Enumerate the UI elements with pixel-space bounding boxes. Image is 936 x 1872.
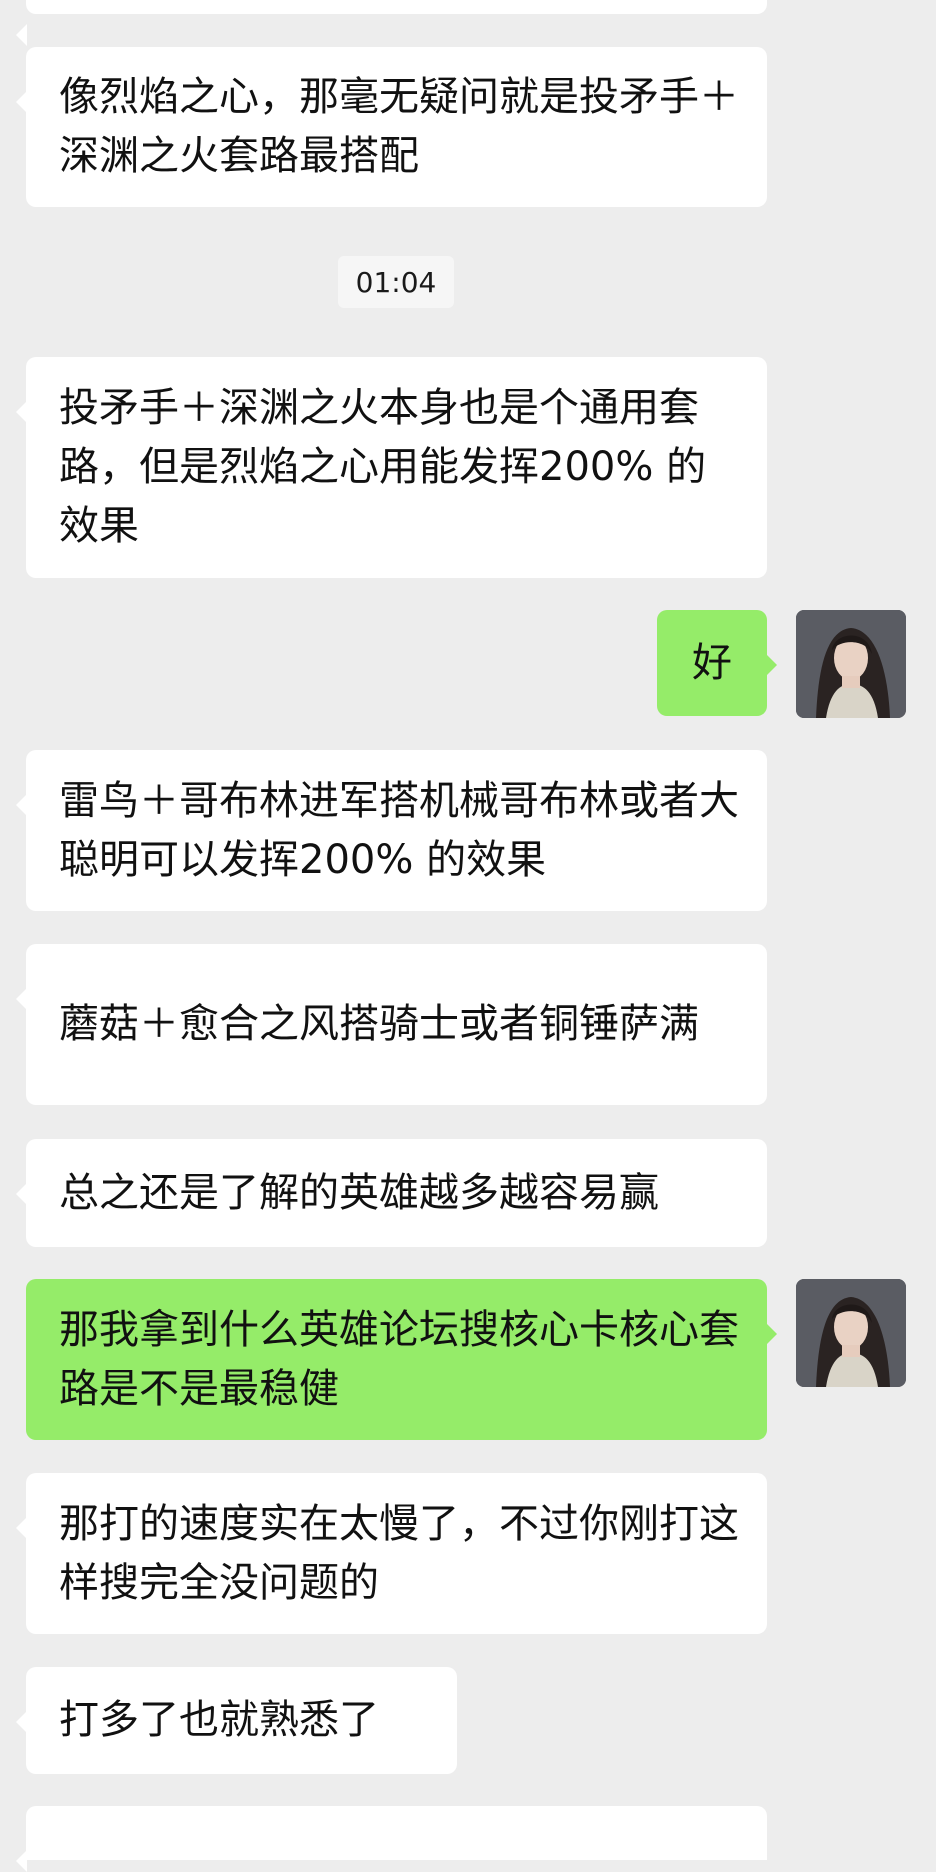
message-bubble-incoming[interactable]: 像烈焰之心，那毫无疑问就是投矛手＋深渊之火套路最搭配 xyxy=(16,47,767,207)
avatar-photo-icon xyxy=(796,1279,906,1387)
avatar[interactable] xyxy=(796,610,906,718)
message-bubble-outgoing[interactable]: 那我拿到什么英雄论坛搜核心卡核心套路是不是最稳健 xyxy=(26,1279,777,1440)
message-bubble-incoming[interactable]: 蘑菇＋愈合之风搭骑士或者铜锤萨满 xyxy=(16,944,767,1105)
message-text: 那我拿到什么英雄论坛搜核心卡核心套路是不是最稳健 xyxy=(59,1306,739,1412)
avatar[interactable] xyxy=(796,1279,906,1387)
message-text: 那打的速度实在太慢了，不过你刚打这样搜完全没问题的 xyxy=(59,1500,739,1606)
timestamp-text: 01:04 xyxy=(355,265,437,299)
message-bubble-outgoing[interactable]: 好 xyxy=(657,610,777,716)
message-bubble-incoming[interactable]: 雷鸟＋哥布林进军搭机械哥布林或者大聪明可以发挥200% 的效果 xyxy=(16,750,767,911)
message-text: 打多了也就熟悉了 xyxy=(59,1697,379,1743)
message-bubble-incoming[interactable]: 总之还是了解的英雄越多越容易赢 xyxy=(16,1139,767,1247)
message-text: 好 xyxy=(692,639,732,686)
message-text: 像烈焰之心，那毫无疑问就是投矛手＋深渊之火套路最搭配 xyxy=(59,74,739,179)
message-text: 投矛手＋深渊之火本身也是个通用套路，但是烈焰之心用能发挥200% 的效果 xyxy=(59,385,707,549)
message-text: 蘑菇＋愈合之风搭骑士或者铜锤萨满 xyxy=(59,1001,699,1047)
avatar-photo-icon xyxy=(796,610,906,718)
message-bubble-incoming[interactable]: 投矛手＋深渊之火本身也是个通用套路，但是烈焰之心用能发挥200% 的效果 xyxy=(16,357,767,578)
timestamp: 01:04 xyxy=(338,256,454,308)
message-bubble-incoming[interactable]: 那打的速度实在太慢了，不过你刚打这样搜完全没问题的 xyxy=(16,1473,767,1634)
message-bubble-incoming[interactable] xyxy=(16,0,767,46)
message-bubble-incoming[interactable]: 打多了也就熟悉了 xyxy=(16,1667,457,1774)
message-bubble-incoming[interactable] xyxy=(16,1806,767,1872)
chat-window[interactable]: 像烈焰之心，那毫无疑问就是投矛手＋深渊之火套路最搭配 01:04 投矛手＋深渊之… xyxy=(0,0,936,1872)
message-text: 雷鸟＋哥布林进军搭机械哥布林或者大聪明可以发挥200% 的效果 xyxy=(59,777,739,883)
message-text: 总之还是了解的英雄越多越容易赢 xyxy=(59,1169,659,1216)
